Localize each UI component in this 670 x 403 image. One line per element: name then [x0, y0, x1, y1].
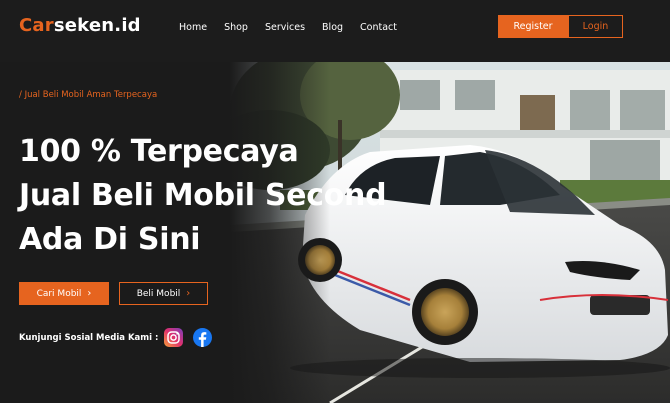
nav-shop[interactable]: Shop	[224, 22, 248, 33]
facebook-icon[interactable]	[193, 328, 213, 347]
brand-logo-rest: seken.id	[53, 15, 141, 36]
headline-line-3: Ada Di Sini	[19, 222, 201, 257]
beli-mobil-button[interactable]: Beli Mobil ›	[119, 282, 208, 305]
brand-logo-accent: Car	[19, 15, 54, 36]
hero-headline: 100 % Terpecaya Jual Beli Mobil Second A…	[19, 130, 387, 262]
instagram-icon[interactable]	[164, 328, 184, 347]
chevron-right-icon: ›	[87, 288, 92, 299]
brand-logo[interactable]: Carseken.id	[19, 15, 141, 36]
hero-tagline: / Jual Beli Mobil Aman Terpecaya	[19, 90, 158, 100]
register-button[interactable]: Register	[498, 15, 568, 38]
login-button[interactable]: Login	[568, 15, 623, 38]
hero-cta: Cari Mobil › Beli Mobil ›	[19, 282, 208, 305]
cari-mobil-button[interactable]: Cari Mobil ›	[19, 282, 109, 305]
nav-contact[interactable]: Contact	[360, 22, 397, 33]
nav-home[interactable]: Home	[179, 22, 207, 33]
beli-mobil-label: Beli Mobil	[136, 288, 181, 299]
main-nav: Home Shop Services Blog Contact	[179, 22, 414, 33]
social-label: Kunjungi Sosial Media Kami :	[19, 332, 159, 343]
cari-mobil-label: Cari Mobil	[36, 288, 82, 299]
nav-services[interactable]: Services	[265, 22, 305, 33]
auth-buttons: Register Login	[498, 15, 623, 38]
headline-line-1: 100 % Terpecaya	[19, 134, 299, 169]
navbar: Carseken.id Home Shop Services Blog Cont…	[0, 0, 670, 62]
headline-line-2: Jual Beli Mobil Second	[19, 178, 387, 213]
nav-blog[interactable]: Blog	[322, 22, 343, 33]
chevron-right-icon: ›	[186, 288, 191, 299]
social-media: Kunjungi Sosial Media Kami :	[19, 328, 222, 347]
